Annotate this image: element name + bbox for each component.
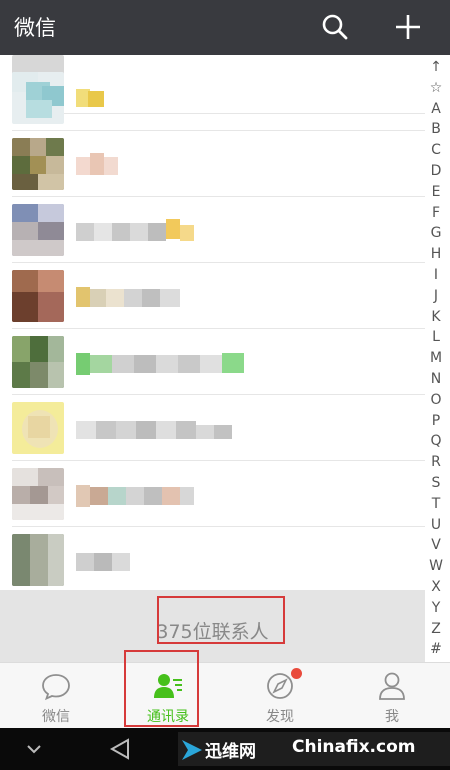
index-letter[interactable]: D [425,161,447,181]
index-letter[interactable]: L [425,327,447,347]
index-letter[interactable]: R [425,452,447,472]
chat-bubble-icon [42,674,70,701]
index-letter[interactable]: G [425,223,447,243]
tab-bar: 微信 通讯录 发现 我 [0,662,450,729]
contact-name [76,485,194,507]
index-letter[interactable]: H [425,244,447,264]
highlight-box [124,650,199,727]
contact-list[interactable] [0,55,425,590]
tab-chats[interactable]: 微信 [0,663,112,729]
index-letter[interactable]: N [425,369,447,389]
index-letter[interactable]: ↑ [425,57,447,77]
index-letter[interactable]: A [425,99,447,119]
avatar [12,204,64,256]
alphabet-index[interactable]: ↑ ☆ A B C D E F G H I J K L M N O P Q R S T U V W X Y Z # [425,55,450,662]
app-title: 微信 [14,16,56,40]
watermark-brand: 迅维网 [205,742,256,762]
index-letter[interactable]: E [425,182,447,202]
index-letter[interactable]: C [425,140,447,160]
contact-row[interactable] [0,461,425,527]
index-letter[interactable]: W [425,556,447,576]
contact-row[interactable] [0,131,425,197]
avatar [12,72,64,124]
avatar [12,534,64,586]
contact-row[interactable] [0,527,425,590]
contact-name [76,219,194,243]
contact-row[interactable] [0,197,425,263]
tab-me[interactable]: 我 [336,663,448,729]
contact-row[interactable] [0,395,425,461]
index-letter[interactable]: U [425,515,447,535]
index-letter[interactable]: V [425,535,447,555]
tab-label: 微信 [42,709,70,725]
avatar [12,138,64,190]
person-icon [379,672,405,700]
avatar [12,336,64,388]
index-letter[interactable]: I [425,265,447,285]
contact-row[interactable] [0,329,425,395]
tab-discover[interactable]: 发现 [224,663,336,729]
contact-name [76,89,106,111]
index-letter[interactable]: J [425,286,447,306]
contact-name [76,153,128,177]
chevron-down-icon[interactable] [24,740,44,758]
tab-label: 我 [385,709,399,725]
avatar [12,402,64,454]
index-letter[interactable]: X [425,577,447,597]
avatar [12,468,64,520]
index-letter[interactable]: Q [425,431,447,451]
back-triangle-icon[interactable] [108,738,132,760]
index-letter[interactable]: Y [425,598,447,618]
highlight-box [157,596,285,644]
watermark-site: Chinafix.com [292,737,416,757]
top-bar: 微信 [0,0,450,55]
contact-name [76,353,244,375]
plus-icon[interactable] [393,12,423,42]
contact-row[interactable] [0,65,425,131]
contact-name [76,551,130,573]
contact-row[interactable] [0,263,425,329]
contact-name [76,287,180,309]
index-letter[interactable]: T [425,494,447,514]
search-icon[interactable] [320,12,350,42]
index-letter[interactable]: F [425,203,447,223]
index-letter[interactable]: O [425,390,447,410]
index-letter[interactable]: S [425,473,447,493]
logo-icon [182,740,202,760]
index-letter[interactable]: # [425,639,447,659]
index-letter[interactable]: ☆ [425,78,447,98]
index-letter[interactable]: K [425,307,447,327]
index-letter[interactable]: P [425,411,447,431]
index-letter[interactable]: M [425,348,447,368]
contact-name [76,419,232,441]
system-nav-bar: 迅维网 Chinafix.com [0,728,450,770]
index-letter[interactable]: B [425,119,447,139]
avatar [12,270,64,322]
index-letter[interactable]: Z [425,619,447,639]
tab-label: 发现 [266,709,294,725]
notification-dot [291,668,302,679]
